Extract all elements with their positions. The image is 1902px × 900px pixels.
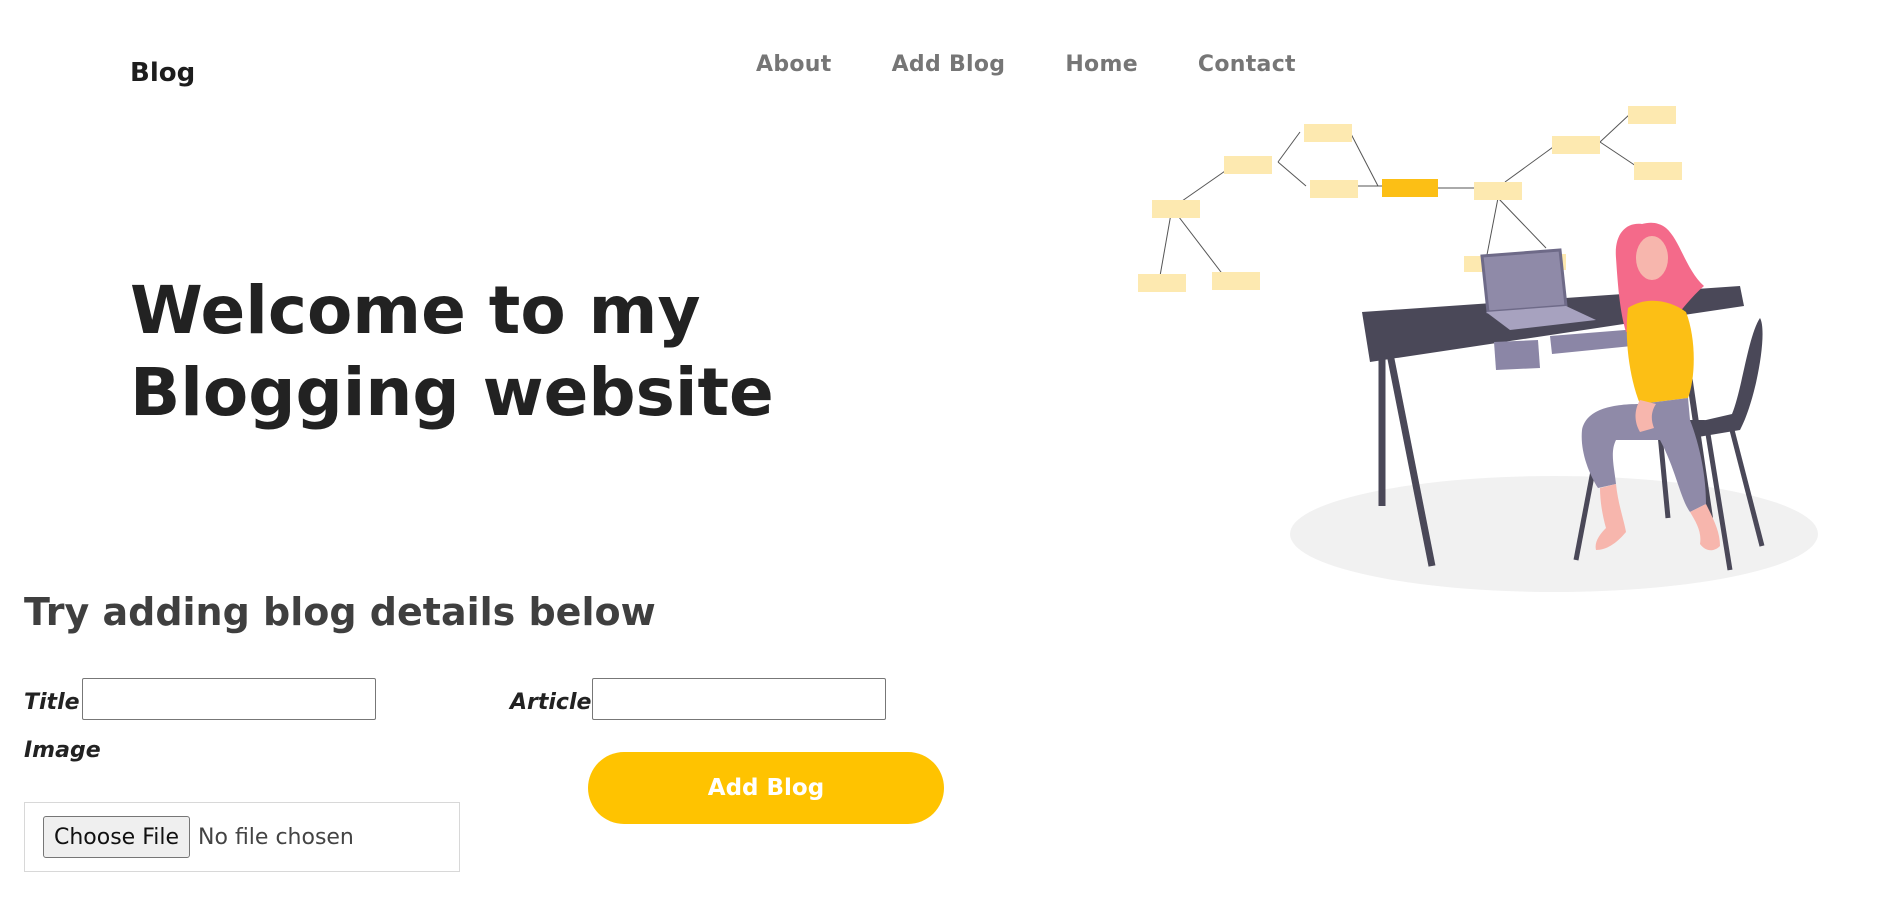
article-label: Article bbox=[510, 690, 592, 715]
title-label: Title bbox=[24, 690, 80, 715]
page: Blog About Add Blog Home Contact Welcome… bbox=[0, 0, 1902, 900]
woman-at-desk-illustration bbox=[1138, 106, 1818, 592]
nav-link-home[interactable]: Home bbox=[1065, 52, 1138, 77]
form-heading: Try adding blog details below bbox=[24, 590, 656, 634]
title-input[interactable] bbox=[82, 678, 376, 720]
nav-link-add-blog[interactable]: Add Blog bbox=[892, 52, 1006, 77]
main-nav: About Add Blog Home Contact bbox=[756, 52, 1356, 77]
brand-logo[interactable]: Blog bbox=[130, 58, 195, 88]
image-label: Image bbox=[24, 738, 101, 763]
nav-link-about[interactable]: About bbox=[756, 52, 832, 77]
article-input[interactable] bbox=[592, 678, 886, 720]
file-status-text: No file chosen bbox=[198, 824, 354, 850]
add-blog-button[interactable]: Add Blog bbox=[588, 752, 944, 824]
nav-link-contact[interactable]: Contact bbox=[1198, 52, 1296, 77]
image-file-input[interactable]: Choose File No file chosen bbox=[24, 802, 460, 872]
choose-file-button[interactable]: Choose File bbox=[43, 816, 191, 858]
hero-title: Welcome to my Blogging website bbox=[130, 272, 774, 431]
